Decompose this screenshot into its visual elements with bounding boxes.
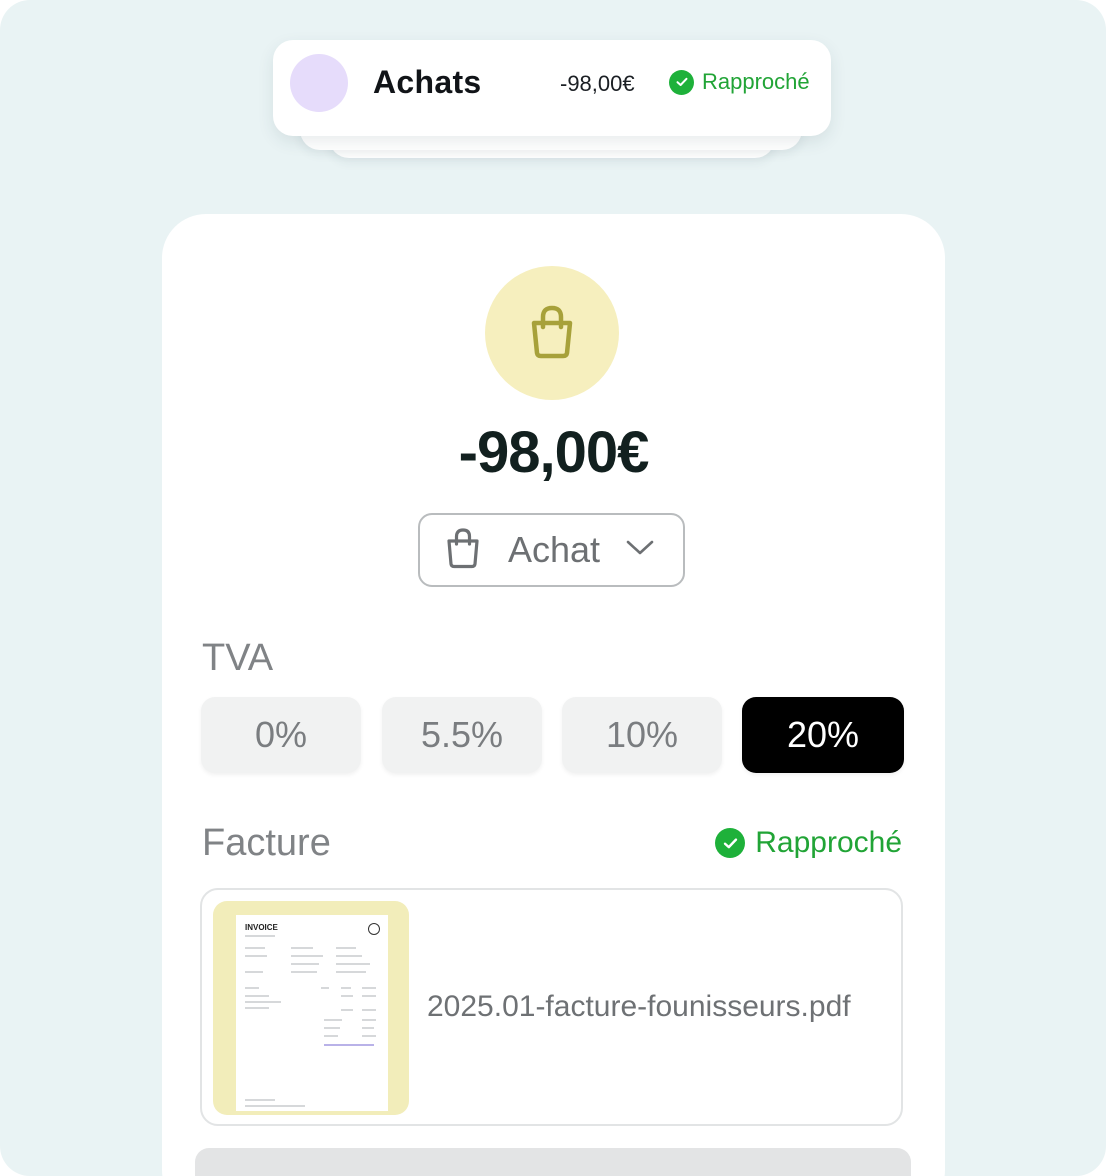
- doc-line: [362, 1009, 376, 1011]
- chevron-down-icon: [626, 540, 654, 561]
- invoice-thumbnail[interactable]: INVOICE: [213, 901, 409, 1115]
- invoice-file-name[interactable]: 2025.01-facture-founisseurs.pdf: [427, 990, 851, 1024]
- doc-line: [341, 995, 353, 997]
- invoice-file-card[interactable]: INVOICE 2025.01-facture-founisseurs.pdf: [200, 888, 903, 1126]
- doc-line: [245, 971, 263, 973]
- invoice-label: Facture: [202, 822, 331, 864]
- doc-line: [336, 955, 362, 957]
- avatar: [290, 54, 348, 112]
- invoice-status-label: Rapproché: [755, 826, 902, 859]
- doc-line: [341, 1009, 353, 1011]
- doc-line: [336, 947, 356, 949]
- doc-line: [291, 971, 317, 973]
- bottom-panel: [195, 1148, 911, 1176]
- status-badge: Rapproché: [669, 69, 810, 95]
- doc-line: [321, 987, 329, 989]
- transaction-notification[interactable]: Achats -98,00€ Rapproché: [273, 40, 831, 136]
- panda-logo-icon: [368, 923, 380, 935]
- doc-line: [341, 987, 351, 989]
- doc-line: [324, 1019, 342, 1021]
- tva-rate-selector: 0% 5.5% 10% 20%: [201, 697, 904, 773]
- doc-line: [362, 1027, 374, 1029]
- doc-line: [245, 1105, 305, 1107]
- category-label: Achat: [508, 529, 601, 570]
- transaction-amount: -98,00€: [458, 420, 650, 485]
- notification-title: Achats: [373, 64, 482, 100]
- doc-line: [324, 1027, 340, 1029]
- doc-line: [245, 947, 265, 949]
- doc-line: [245, 995, 269, 997]
- doc-line: [291, 963, 319, 965]
- check-circle-icon: [669, 69, 694, 95]
- doc-line: [245, 1099, 275, 1101]
- doc-line: [245, 935, 275, 937]
- doc-line: [362, 1019, 376, 1021]
- tva-rate-5-5[interactable]: 5.5%: [382, 697, 542, 773]
- invoice-status-badge: Rapproché: [715, 826, 902, 860]
- doc-line: [362, 987, 376, 989]
- doc-line: [291, 955, 323, 957]
- app-frame: Achats -98,00€ Rapproché -98,00€ Achat T…: [0, 0, 1106, 1176]
- tva-rate-20[interactable]: 20%: [742, 697, 904, 773]
- doc-line: [336, 971, 366, 973]
- doc-line: [362, 995, 376, 997]
- notification-amount: -98,00€: [560, 71, 635, 96]
- check-circle-icon: [715, 828, 746, 858]
- doc-line: [245, 955, 267, 957]
- doc-line: [245, 1001, 281, 1003]
- tva-rate-10[interactable]: 10%: [562, 697, 722, 773]
- invoice-thumbnail-title: INVOICE: [245, 923, 278, 932]
- transaction-detail-card: -98,00€ Achat TVA 0% 5.5% 10% 20% Factur…: [162, 214, 945, 1176]
- doc-line: [291, 947, 313, 949]
- doc-line: [245, 1007, 269, 1009]
- category-dropdown[interactable]: Achat: [418, 513, 685, 587]
- category-avatar: [485, 266, 619, 400]
- status-label: Rapproché: [702, 69, 810, 94]
- tva-rate-0[interactable]: 0%: [201, 697, 361, 773]
- doc-line: [336, 963, 370, 965]
- doc-line: [324, 1044, 374, 1046]
- tva-label: TVA: [202, 637, 274, 679]
- shopping-bag-icon: [444, 527, 482, 574]
- shopping-bag-icon: [526, 303, 578, 364]
- doc-line: [362, 1035, 376, 1037]
- doc-line: [324, 1035, 338, 1037]
- invoice-document-preview: INVOICE: [236, 915, 388, 1111]
- doc-line: [245, 987, 259, 989]
